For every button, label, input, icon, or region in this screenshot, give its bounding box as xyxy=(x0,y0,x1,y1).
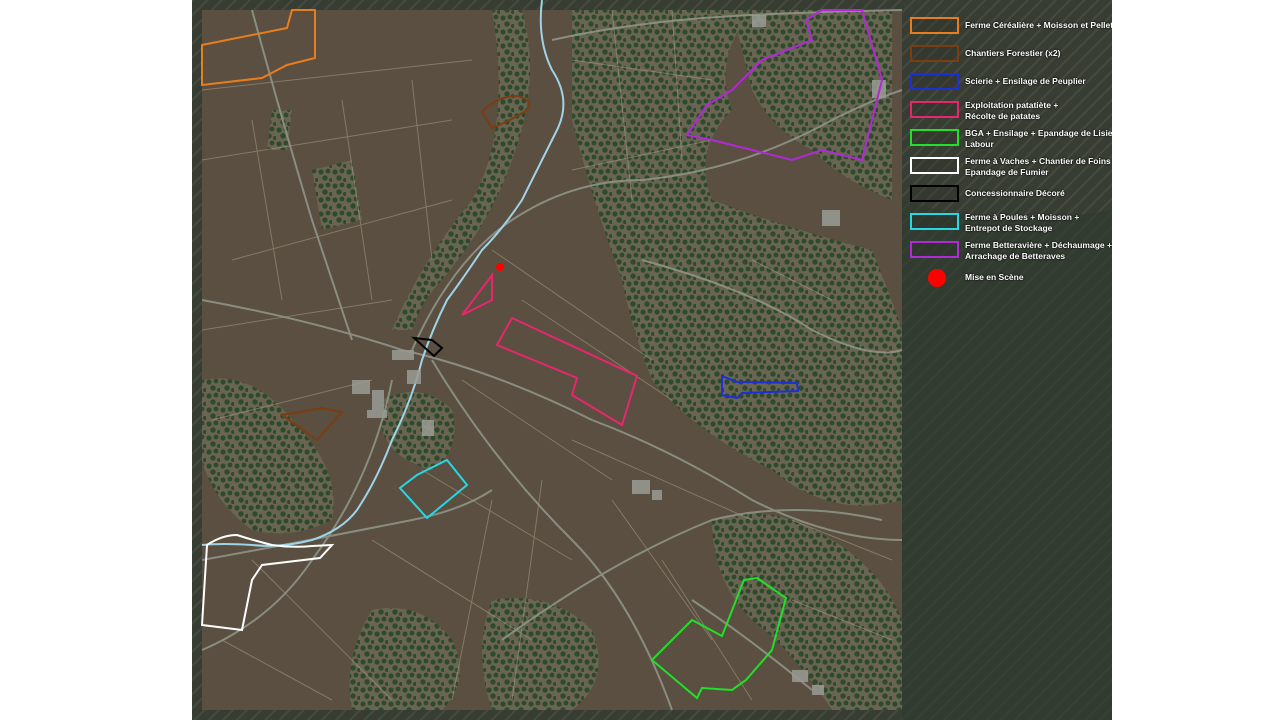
legend-swatch-bga xyxy=(910,129,959,146)
legend-swatch-forestry xyxy=(910,45,959,62)
legend-label-line: Ferme à Poules + Moisson + xyxy=(965,212,1080,222)
legend-label-line: Epandage de Fumier xyxy=(965,166,1049,177)
legend-label-cow-farm: Ferme à Vaches + Chantier de Foins + Epan… xyxy=(965,156,1112,177)
legend-label-line: Mise en Scène xyxy=(965,272,1024,282)
legend-label-forestry: Chantiers Forestier (x2) xyxy=(965,48,1112,59)
legend-item-bga: BGA + Ensilage + Epandage de Lisier + Lab… xyxy=(908,128,1112,149)
legend-label-potato: Exploitation patatiète + Récolte de patat… xyxy=(965,100,1112,121)
map-frame: Ferme Céréalière + Moisson et Pellets Cha… xyxy=(192,0,1112,720)
legend-label-line: Ferme Betteravière + Déchaumage + xyxy=(965,240,1112,250)
legend-label-dealer: Concessionnaire Décoré xyxy=(965,188,1112,199)
legend-label-line: Concessionnaire Décoré xyxy=(965,188,1065,198)
legend-label-cereal-farm: Ferme Céréalière + Moisson et Pellets xyxy=(965,20,1112,31)
legend-label-line: Récolte de patates xyxy=(965,110,1041,121)
legend-swatch-dealer xyxy=(910,185,959,202)
legend-swatch-cereal-farm xyxy=(910,17,959,34)
legend-item-sawmill: Scierie + Ensilage de Peuplier xyxy=(908,72,1108,92)
legend-label-sawmill: Scierie + Ensilage de Peuplier xyxy=(965,76,1112,87)
legend-item-cereal-farm: Ferme Céréalière + Moisson et Pellets xyxy=(908,16,1112,36)
legend-swatch-sawmill xyxy=(910,73,959,90)
legend-label-line: Arrachage de Betteraves xyxy=(965,250,1066,261)
legend-label-chicken-farm: Ferme à Poules + Moisson + Entrepot de St… xyxy=(965,212,1112,233)
legend-swatch-chicken-farm xyxy=(910,213,959,230)
legend-item-beet-farm: Ferme Betteravière + Déchaumage + Arracha… xyxy=(908,240,1112,261)
legend-label-line: Scierie + Ensilage de Peuplier xyxy=(965,76,1086,86)
legend-label-line: Labour xyxy=(965,138,994,149)
legend-label-line: Exploitation patatiète + xyxy=(965,100,1059,110)
legend-label-bga: BGA + Ensilage + Epandage de Lisier + Lab… xyxy=(965,128,1112,149)
staging-marker[interactable] xyxy=(496,263,504,271)
legend-label-line: Chantiers Forestier (x2) xyxy=(965,48,1061,58)
legend-item-staging: Mise en Scène xyxy=(908,268,1108,288)
legend-label-line: Entrepot de Stockage xyxy=(965,222,1053,233)
legend-label-staging: Mise en Scène xyxy=(965,272,1112,283)
legend-item-forestry: Chantiers Forestier (x2) xyxy=(908,44,1108,64)
legend-label-line: Ferme Céréalière + Moisson et Pellets xyxy=(965,20,1112,30)
legend-item-cow-farm: Ferme à Vaches + Chantier de Foins + Epan… xyxy=(908,156,1112,177)
legend: Ferme Céréalière + Moisson et Pellets Cha… xyxy=(908,16,1112,296)
legend-swatch-cow-farm xyxy=(910,157,959,174)
legend-label-line: Ferme à Vaches + Chantier de Foins + xyxy=(965,156,1112,166)
legend-label-beet-farm: Ferme Betteravière + Déchaumage + Arracha… xyxy=(965,240,1112,261)
legend-swatch-potato xyxy=(910,101,959,118)
legend-label-line: BGA + Ensilage + Epandage de Lisier + xyxy=(965,128,1112,138)
legend-swatch-beet-farm xyxy=(910,241,959,258)
legend-item-potato: Exploitation patatiète + Récolte de patat… xyxy=(908,100,1108,121)
legend-item-chicken-farm: Ferme à Poules + Moisson + Entrepot de St… xyxy=(908,212,1108,233)
legend-dot-staging xyxy=(928,269,946,287)
legend-item-dealer: Concessionnaire Décoré xyxy=(908,184,1108,204)
